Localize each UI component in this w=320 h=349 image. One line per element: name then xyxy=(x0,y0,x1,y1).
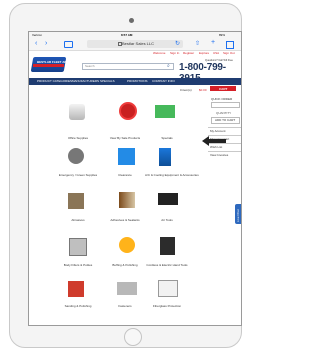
sidebar-label-wish-list: Wish List xyxy=(210,145,223,149)
right-sidebar: QUICK ORDER QUANTITY ADD TO CART My Acco… xyxy=(208,96,241,192)
logo-stripe xyxy=(33,64,64,67)
url-text: Bestlar Sales LLC xyxy=(122,41,155,46)
ac-cooling-label[interactable]: A/C & Cooling Equipment & Accessories xyxy=(145,173,199,177)
arrow-head-icon xyxy=(202,136,209,146)
cordless-electric-hand-tools-image[interactable] xyxy=(160,237,175,255)
quick-order-input[interactable] xyxy=(211,102,240,108)
quantity-label: QUANTITY xyxy=(216,111,232,115)
fiberglass-protection-label[interactable]: Fiberglass Protection xyxy=(145,304,189,308)
specials-image[interactable] xyxy=(155,105,175,118)
nav-promotions[interactable]: PROMOTIONS xyxy=(127,78,148,85)
battery-percent: 89% xyxy=(219,33,226,37)
home-button[interactable] xyxy=(124,328,142,346)
nav-company-info[interactable]: COMPANY INFO xyxy=(152,78,175,85)
clearance-label[interactable]: Clearance xyxy=(103,173,147,177)
search-input[interactable] xyxy=(82,63,174,70)
abrasives-image[interactable] xyxy=(68,193,84,209)
air-tools-image[interactable] xyxy=(158,193,178,205)
search-icon[interactable]: ⌕ xyxy=(167,63,173,69)
chevron-right-icon[interactable]: › xyxy=(45,40,47,47)
chevron-left-icon[interactable]: ‹ xyxy=(35,40,37,47)
body-fillers-putties-label[interactable]: Body Fillers & Putties xyxy=(56,263,100,267)
adhesives-sealants-label[interactable]: Adhesives & Sealants xyxy=(103,218,147,222)
ipad-frame: Verizon 8:57 AM 89% ‹ › Bestlar Sales LL… xyxy=(9,3,242,348)
nav-product-categories[interactable]: PRODUCT CATEGORIES xyxy=(37,78,72,85)
tabs-icon[interactable] xyxy=(226,41,234,49)
carrier-label: Verizon xyxy=(32,33,43,37)
abrasives-label[interactable]: Abrasives xyxy=(56,218,100,222)
fasteners-image[interactable] xyxy=(117,282,137,295)
fasteners-label[interactable]: Fasteners xyxy=(103,304,147,308)
cordless-electric-hand-tools-label[interactable]: Cordless & Electric Hand Tools xyxy=(145,263,189,267)
emergency-green-supplies-image[interactable] xyxy=(68,148,84,164)
quick-order-title: QUICK ORDER xyxy=(211,97,233,101)
buffing-polishing-image[interactable] xyxy=(119,237,135,253)
status-time: 8:57 AM xyxy=(121,33,133,37)
search-placeholder: Search xyxy=(85,64,95,68)
adhesives-sealants-image[interactable] xyxy=(119,192,135,208)
share-icon[interactable]: ⇧ xyxy=(195,40,200,47)
sidebar-label-view-invoices: View Invoices xyxy=(210,153,229,157)
sanding-polishing-label[interactable]: Sanding & Polishing xyxy=(56,304,100,308)
emergency-green-supplies-label[interactable]: Emergency / Green Supplies xyxy=(56,173,100,177)
cart-count: 0 item(s) xyxy=(180,88,192,92)
office-supplies-label[interactable]: Office Supplies xyxy=(56,136,100,140)
nav-specials[interactable]: SPECIALS xyxy=(100,78,115,85)
cart-total: $0.00 xyxy=(199,88,207,92)
view-by-sale-products-image[interactable] xyxy=(119,102,137,120)
book-icon[interactable] xyxy=(64,41,73,48)
refresh-icon[interactable]: ↻ xyxy=(175,40,180,47)
office-supplies-image[interactable] xyxy=(69,104,85,120)
pointer-arrow-icon xyxy=(208,139,226,143)
device-screen: Verizon 8:57 AM 89% ‹ › Bestlar Sales LL… xyxy=(28,31,242,326)
clearance-image[interactable] xyxy=(118,148,135,165)
sidebar-label-my-account: My Account xyxy=(210,129,226,133)
ac-cooling-image[interactable] xyxy=(159,148,171,166)
sanding-polishing-image[interactable] xyxy=(68,281,84,297)
air-tools-label[interactable]: Air Tools xyxy=(145,218,189,222)
buffing-polishing-label[interactable]: Buffing & Polishing xyxy=(103,263,147,267)
cart-button-label: CART xyxy=(219,87,228,91)
live-chat-label: Live Chat xyxy=(236,209,240,222)
add-to-cart-label: ADD TO CART xyxy=(215,118,236,122)
nav-manufacturers[interactable]: MANUFACTURERS xyxy=(72,78,99,85)
view-by-sale-products-label[interactable]: View By Sale Products xyxy=(103,136,147,140)
specials-label[interactable]: Specials xyxy=(145,136,189,140)
fiberglass-protection-image[interactable] xyxy=(158,280,178,297)
plus-icon[interactable]: + xyxy=(211,39,215,46)
camera-dot xyxy=(129,18,134,23)
logo-text: BESTLAR FLEET AMERICA xyxy=(37,60,77,64)
body-fillers-putties-image[interactable] xyxy=(69,238,87,256)
